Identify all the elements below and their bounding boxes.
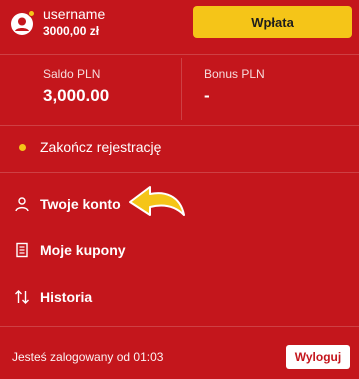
account-header: username 3000,00 zł Wpłata [0,0,359,46]
username-text: username [43,6,106,22]
notification-dot [28,10,35,17]
menu-item-label: Zakończ rejestrację [40,139,162,155]
menu-item-label: Historia [40,289,93,305]
receipt-icon [16,242,28,258]
logout-button[interactable]: Wyloguj [286,345,350,369]
pointer-arrow-icon [129,186,185,216]
user-icon [15,197,29,212]
user-info: username 3000,00 zł [43,6,105,40]
deposit-button[interactable]: Wpłata [193,6,352,38]
saldo-label: Saldo PLN [43,67,101,81]
divider [0,125,359,126]
divider [0,172,359,173]
bonus-value: - [204,86,210,105]
divider [0,326,359,327]
menu-item-label: Twoje konto [40,196,121,212]
saldo-value: 3,000.00 [43,86,110,105]
menu-item-history[interactable]: Historia [0,277,359,317]
sort-arrows-icon [15,290,29,304]
status-dot-icon [14,139,30,155]
menu-item-complete-registration[interactable]: Zakończ rejestrację [0,127,359,167]
divider [0,54,359,55]
balance-text: 3000,00 zł [43,24,100,38]
stats-divider [181,58,182,120]
menu-item-my-coupons[interactable]: Moje kupony [0,230,359,270]
session-status-text: Jesteś zalogowany od 01:03 [12,350,164,364]
menu-item-label: Moje kupony [40,242,126,258]
bonus-label: Bonus PLN [204,67,265,81]
